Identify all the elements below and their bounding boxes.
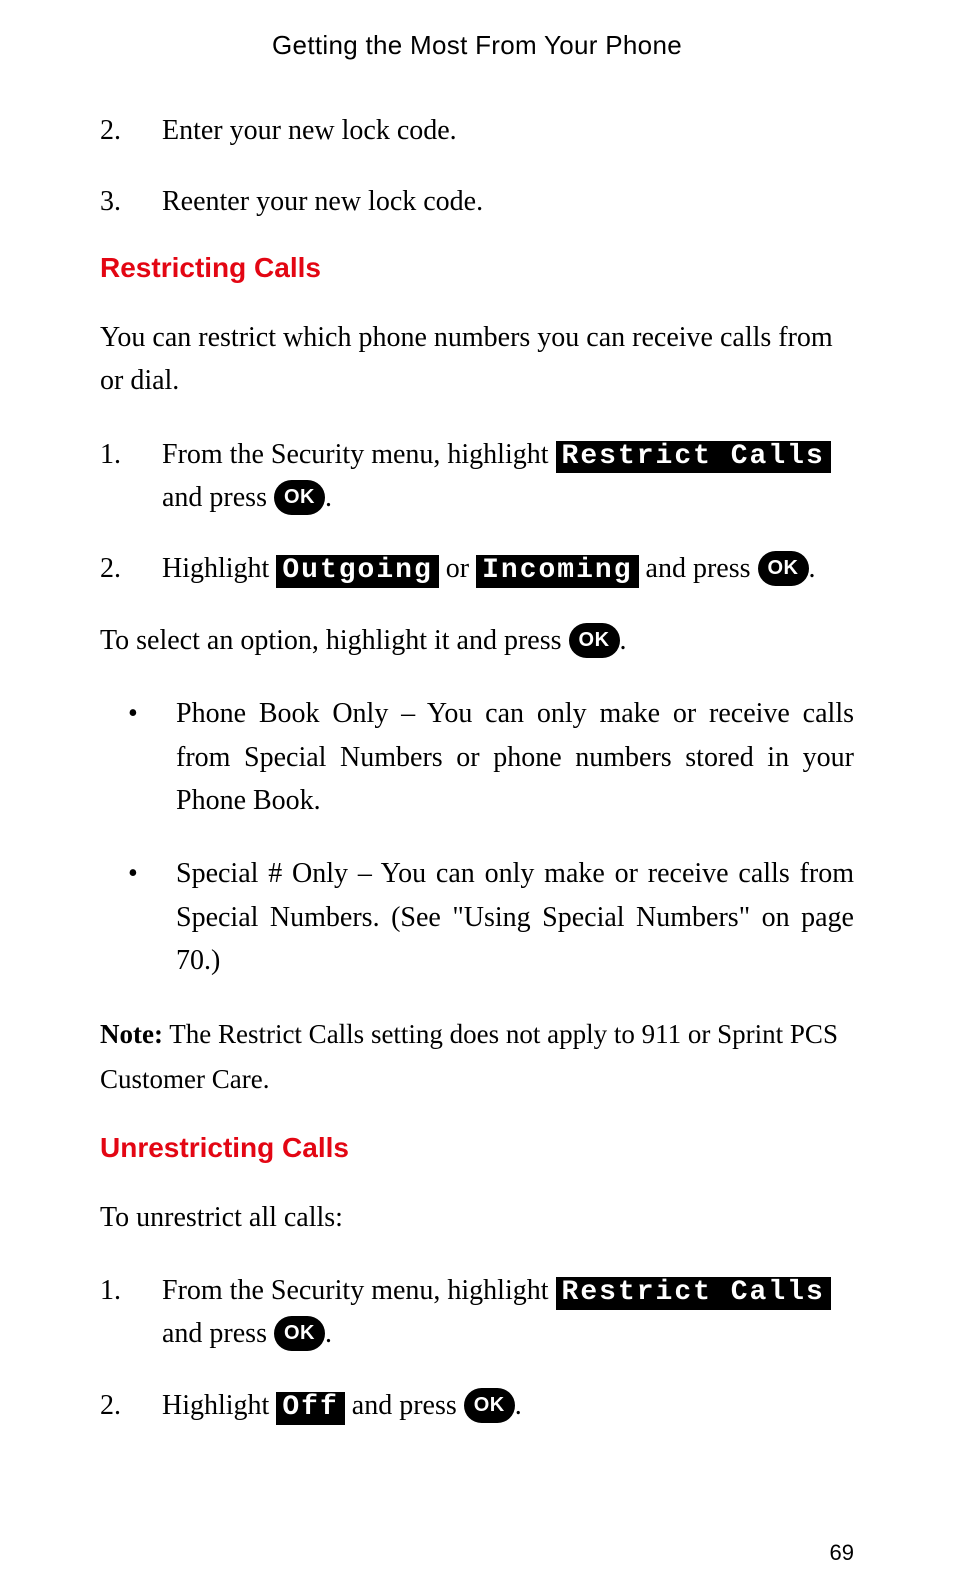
step-text: Reenter your new lock code.: [162, 180, 854, 223]
list-step: 2. Enter your new lock code.: [100, 109, 854, 152]
text-fragment: .: [809, 553, 816, 584]
list-step: 2. Highlight Outgoing or Incoming and pr…: [100, 547, 854, 590]
step-text: Enter your new lock code.: [162, 109, 854, 152]
bullet-text: Phone Book Only – You can only make or r…: [176, 692, 854, 822]
step-number: 1.: [100, 1269, 162, 1356]
step-number: 2.: [100, 547, 162, 590]
bullet-icon: •: [128, 692, 176, 822]
step-number: 1.: [100, 433, 162, 520]
menu-label-restrict-calls: Restrict Calls: [556, 441, 831, 474]
list-step: 2. Highlight Off and press OK.: [100, 1384, 854, 1427]
step-text: Highlight Outgoing or Incoming and press…: [162, 547, 854, 590]
menu-label-outgoing: Outgoing: [276, 555, 438, 588]
list-step: 3. Reenter your new lock code.: [100, 180, 854, 223]
text-fragment: and press: [162, 1318, 274, 1349]
menu-label-restrict-calls: Restrict Calls: [556, 1277, 831, 1310]
text-fragment: From the Security menu, highlight: [162, 1275, 556, 1306]
text-fragment: .: [325, 482, 332, 513]
menu-label-incoming: Incoming: [476, 555, 638, 588]
text-fragment: and press: [639, 553, 758, 584]
heading-restricting-calls: Restricting Calls: [100, 252, 854, 284]
text-fragment: Highlight: [162, 1390, 276, 1421]
step-text: Highlight Off and press OK.: [162, 1384, 854, 1427]
step-number: 2.: [100, 1384, 162, 1427]
ok-button-icon: OK: [569, 623, 620, 658]
bullet-icon: •: [128, 852, 176, 982]
ok-button-icon: OK: [758, 551, 809, 586]
text-fragment: From the Security menu, highlight: [162, 439, 556, 470]
list-step: 1. From the Security menu, highlight Res…: [100, 1269, 854, 1356]
text-fragment: To select an option, highlight it and pr…: [100, 625, 569, 656]
text-fragment: .: [620, 625, 627, 656]
heading-unrestricting-calls: Unrestricting Calls: [100, 1132, 854, 1164]
bullet-item: • Special # Only – You can only make or …: [100, 852, 854, 982]
menu-label-off: Off: [276, 1392, 344, 1425]
text-fragment: or: [439, 553, 476, 584]
ok-button-icon: OK: [274, 1316, 325, 1351]
list-step: 1. From the Security menu, highlight Res…: [100, 433, 854, 520]
ok-button-icon: OK: [274, 480, 325, 515]
page-header: Getting the Most From Your Phone: [100, 30, 854, 61]
note-paragraph: Note: The Restrict Calls setting does no…: [100, 1012, 854, 1101]
ok-button-icon: OK: [464, 1388, 515, 1423]
paragraph: To select an option, highlight it and pr…: [100, 619, 854, 662]
step-number: 3.: [100, 180, 162, 223]
text-fragment: and press: [162, 482, 274, 513]
step-text: From the Security menu, highlight Restri…: [162, 433, 854, 520]
page-number: 69: [830, 1540, 854, 1566]
text-fragment: .: [325, 1318, 332, 1349]
note-label: Note:: [100, 1019, 163, 1049]
text-fragment: .: [515, 1390, 522, 1421]
paragraph: You can restrict which phone numbers you…: [100, 316, 854, 403]
step-text: From the Security menu, highlight Restri…: [162, 1269, 854, 1356]
paragraph: To unrestrict all calls:: [100, 1196, 854, 1239]
bullet-text: Special # Only – You can only make or re…: [176, 852, 854, 982]
text-fragment: Highlight: [162, 553, 276, 584]
note-text: The Restrict Calls setting does not appl…: [100, 1019, 838, 1094]
bullet-item: • Phone Book Only – You can only make or…: [100, 692, 854, 822]
step-number: 2.: [100, 109, 162, 152]
text-fragment: and press: [345, 1390, 464, 1421]
